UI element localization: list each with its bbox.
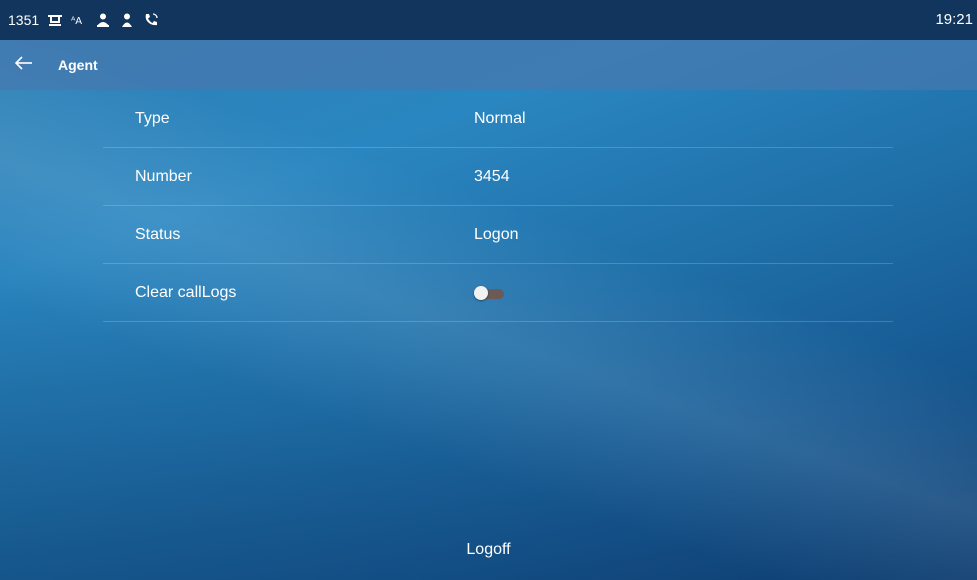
number-row[interactable]: Number 3454 xyxy=(103,148,893,206)
logoff-button[interactable]: Logoff xyxy=(0,530,977,570)
translate-icon: ᴬA xyxy=(71,12,87,28)
status-bar: 1351 ᴬA 19:21 xyxy=(0,0,977,40)
status-label: Status xyxy=(135,225,181,243)
status-row[interactable]: Status Logon xyxy=(103,206,893,264)
contacts-icon xyxy=(95,12,111,28)
type-value: Normal xyxy=(474,109,526,127)
clear-call-logs-label: Clear callLogs xyxy=(135,283,237,301)
toggle-knob xyxy=(474,286,488,300)
agent-settings-list: Type Normal Number 3454 Status Logon Cle… xyxy=(103,90,893,322)
network-icon xyxy=(47,12,63,28)
extension-number: 1351 xyxy=(8,12,40,28)
back-button[interactable] xyxy=(4,40,44,90)
call-forward-icon xyxy=(143,12,159,28)
clock-time: 19:21 xyxy=(935,11,973,28)
number-label: Number xyxy=(135,167,192,185)
svg-text:ᴬA: ᴬA xyxy=(71,16,82,27)
number-value: 3454 xyxy=(474,167,510,185)
type-label: Type xyxy=(135,109,170,127)
clear-call-logs-toggle[interactable] xyxy=(474,286,504,300)
type-row[interactable]: Type Normal xyxy=(103,90,893,148)
status-value: Logon xyxy=(474,225,519,243)
user-icon xyxy=(119,12,135,28)
back-arrow-icon xyxy=(14,55,33,75)
title-bar: Agent xyxy=(0,40,977,90)
clear-call-logs-row[interactable]: Clear callLogs xyxy=(103,264,893,322)
page-title: Agent xyxy=(58,57,98,73)
